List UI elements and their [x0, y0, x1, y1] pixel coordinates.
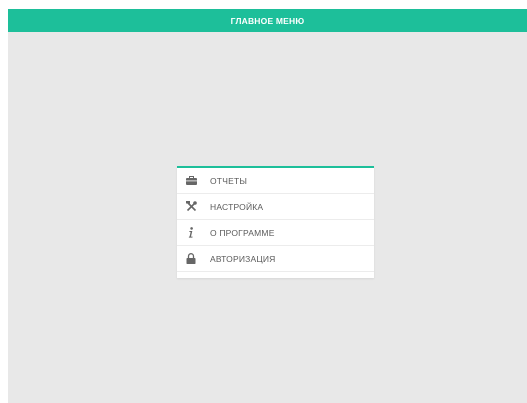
page-title: ГЛАВНОЕ МЕНЮ [230, 15, 305, 26]
menu-item-label: ОТЧЕТЫ [210, 175, 248, 186]
menu-item-label: НАСТРОЙКА [210, 201, 264, 212]
info-icon [185, 227, 197, 239]
menu-item-label: АВТОРИЗАЦИЯ [210, 253, 276, 264]
tools-icon [185, 201, 197, 213]
menu-footer [177, 272, 374, 278]
menu-item-about[interactable]: О ПРОГРАММЕ [177, 220, 374, 246]
header-bar: ГЛАВНОЕ МЕНЮ [8, 9, 527, 32]
app-window: ГЛАВНОЕ МЕНЮ ОТЧЕТЫ НАСТРОЙКА О ПРОГРАММ… [8, 9, 527, 403]
menu-item-settings[interactable]: НАСТРОЙКА [177, 194, 374, 220]
briefcase-icon [185, 175, 197, 187]
menu-item-reports[interactable]: ОТЧЕТЫ [177, 168, 374, 194]
lock-icon [185, 253, 197, 265]
menu-item-login[interactable]: АВТОРИЗАЦИЯ [177, 246, 374, 272]
main-menu: ОТЧЕТЫ НАСТРОЙКА О ПРОГРАММЕ АВТОРИЗАЦИЯ [177, 166, 374, 278]
menu-item-label: О ПРОГРАММЕ [210, 227, 275, 238]
